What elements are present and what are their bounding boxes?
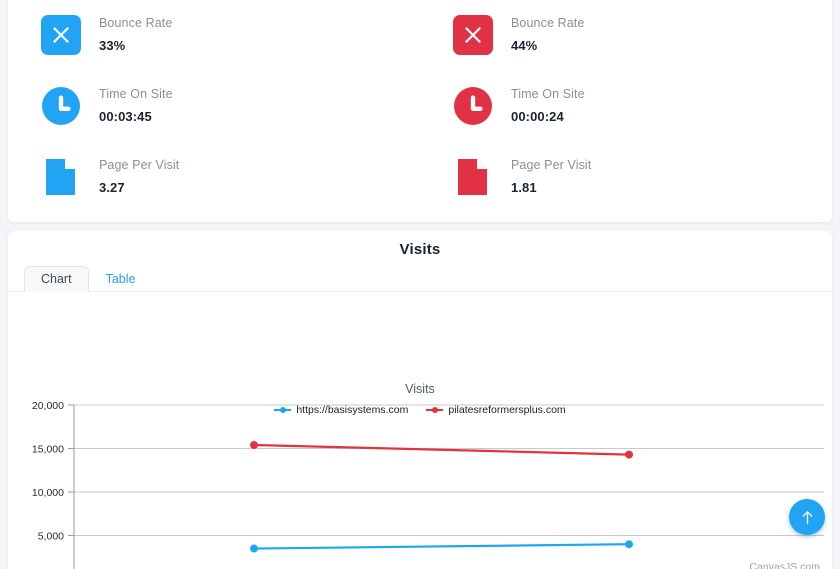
metric-page-per-visit-right: Page Per Visit 1.81 [420,141,832,212]
metric-value: 3.27 [99,178,179,198]
metrics-card: Bounce Rate 33% Bounce Rate 44% [8,0,832,222]
chart-plot-area: 05,00010,00015,00020,00027-Jun-2401-Jul-… [8,292,832,569]
arrow-up-icon [799,509,816,526]
metric-time-on-site-right: Time On Site 00:00:24 [420,71,832,142]
x-icon [41,15,81,55]
metric-text: Bounce Rate 44% [511,14,584,56]
chart-legend: https://basisystems.com pilatesreformers… [8,404,832,416]
clock-icon [453,86,493,126]
analytics-page: Bounce Rate 33% Bounce Rate 44% [0,0,840,569]
page-title: Visits [8,231,832,258]
metric-value: 1.81 [511,178,591,198]
legend-item-basisystems[interactable]: https://basisystems.com [274,404,408,416]
clock-icon [41,86,81,126]
visits-chart[interactable]: Visits https://basisystems.com pilatesre… [8,292,832,569]
svg-text:15,000: 15,000 [32,444,64,456]
metric-text: Bounce Rate 33% [99,14,172,56]
metric-label: Time On Site [511,85,585,103]
metrics-grid: Bounce Rate 33% Bounce Rate 44% [8,0,832,222]
scroll-to-top-button[interactable] [789,499,825,535]
metric-label: Bounce Rate [511,14,584,32]
chart-watermark: CanvasJS.com [749,561,820,569]
metric-label: Page Per Visit [511,156,591,174]
visits-card: Visits Chart Table Visits https://basisy… [8,231,832,569]
legend-marker-icon [274,406,291,415]
legend-marker-icon [426,406,443,415]
chart-title: Visits [8,382,832,396]
svg-text:5,000: 5,000 [38,531,64,543]
page-icon [41,157,81,197]
metric-text: Time On Site 00:00:24 [511,85,585,127]
metric-text: Time On Site 00:03:45 [99,85,173,127]
legend-label: https://basisystems.com [296,404,408,416]
metric-value: 00:03:45 [99,107,173,127]
page-icon [453,157,493,197]
metric-label: Time On Site [99,85,173,103]
metric-page-per-visit-left: Page Per Visit 3.27 [8,141,420,212]
tab-chart[interactable]: Chart [24,266,89,293]
metric-bounce-rate-left: Bounce Rate 33% [8,0,420,71]
svg-text:10,000: 10,000 [32,487,64,499]
metric-value: 44% [511,36,584,56]
metric-value: 33% [99,36,172,56]
metric-text: Page Per Visit 3.27 [99,156,179,198]
metric-time-on-site-left: Time On Site 00:03:45 [8,71,420,142]
visits-tabs: Chart Table [8,264,832,292]
legend-label: pilatesreformersplus.com [448,404,565,416]
metric-bounce-rate-right: Bounce Rate 44% [420,0,832,71]
metric-text: Page Per Visit 1.81 [511,156,591,198]
metric-value: 00:00:24 [511,107,585,127]
x-icon [453,15,493,55]
legend-item-pilatesreformersplus[interactable]: pilatesreformersplus.com [426,404,565,416]
metric-label: Bounce Rate [99,14,172,32]
tab-table[interactable]: Table [89,266,153,293]
metric-label: Page Per Visit [99,156,179,174]
